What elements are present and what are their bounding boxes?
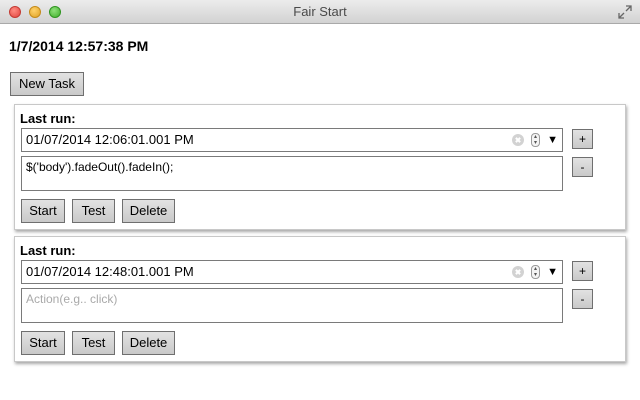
clear-icon[interactable] — [512, 134, 524, 146]
new-task-button[interactable]: New Task — [10, 72, 84, 96]
task-panel: Last run: 01/07/2014 12:48:01.001 PM ▴ ▾ … — [14, 236, 626, 362]
window-title: Fair Start — [293, 4, 347, 19]
last-run-label: Last run: — [20, 243, 76, 258]
delete-button[interactable]: Delete — [122, 199, 175, 223]
spin-icon[interactable]: ▴ ▾ — [531, 265, 540, 279]
last-run-datetime-input[interactable]: 01/07/2014 12:06:01.001 PM ▴ ▾ ▼ — [21, 128, 563, 152]
last-run-label: Last run: — [20, 111, 76, 126]
remove-action-button[interactable]: - — [572, 289, 593, 309]
remove-action-button[interactable]: - — [572, 157, 593, 177]
start-button[interactable]: Start — [21, 331, 65, 355]
title-bar: Fair Start — [0, 0, 640, 24]
last-run-datetime-input[interactable]: 01/07/2014 12:48:01.001 PM ▴ ▾ ▼ — [21, 260, 563, 284]
datetime-value: 01/07/2014 12:06:01.001 PM — [26, 132, 194, 147]
delete-button[interactable]: Delete — [122, 331, 175, 355]
action-input[interactable] — [21, 288, 563, 323]
current-datetime: 1/7/2014 12:57:38 PM — [9, 38, 149, 54]
spin-icon[interactable]: ▴ ▾ — [531, 133, 540, 147]
dropdown-arrow-icon[interactable]: ▼ — [547, 261, 558, 283]
test-button[interactable]: Test — [72, 331, 115, 355]
task-panel: Last run: 01/07/2014 12:06:01.001 PM ▴ ▾ … — [14, 104, 626, 230]
test-button[interactable]: Test — [72, 199, 115, 223]
add-action-button[interactable]: + — [572, 129, 593, 149]
start-button[interactable]: Start — [21, 199, 65, 223]
dropdown-arrow-icon[interactable]: ▼ — [547, 129, 558, 151]
datetime-value: 01/07/2014 12:48:01.001 PM — [26, 264, 194, 279]
add-action-button[interactable]: + — [572, 261, 593, 281]
action-input[interactable]: $('body').fadeOut().fadeIn(); — [21, 156, 563, 191]
fullscreen-icon[interactable] — [618, 5, 632, 19]
clear-icon[interactable] — [512, 266, 524, 278]
